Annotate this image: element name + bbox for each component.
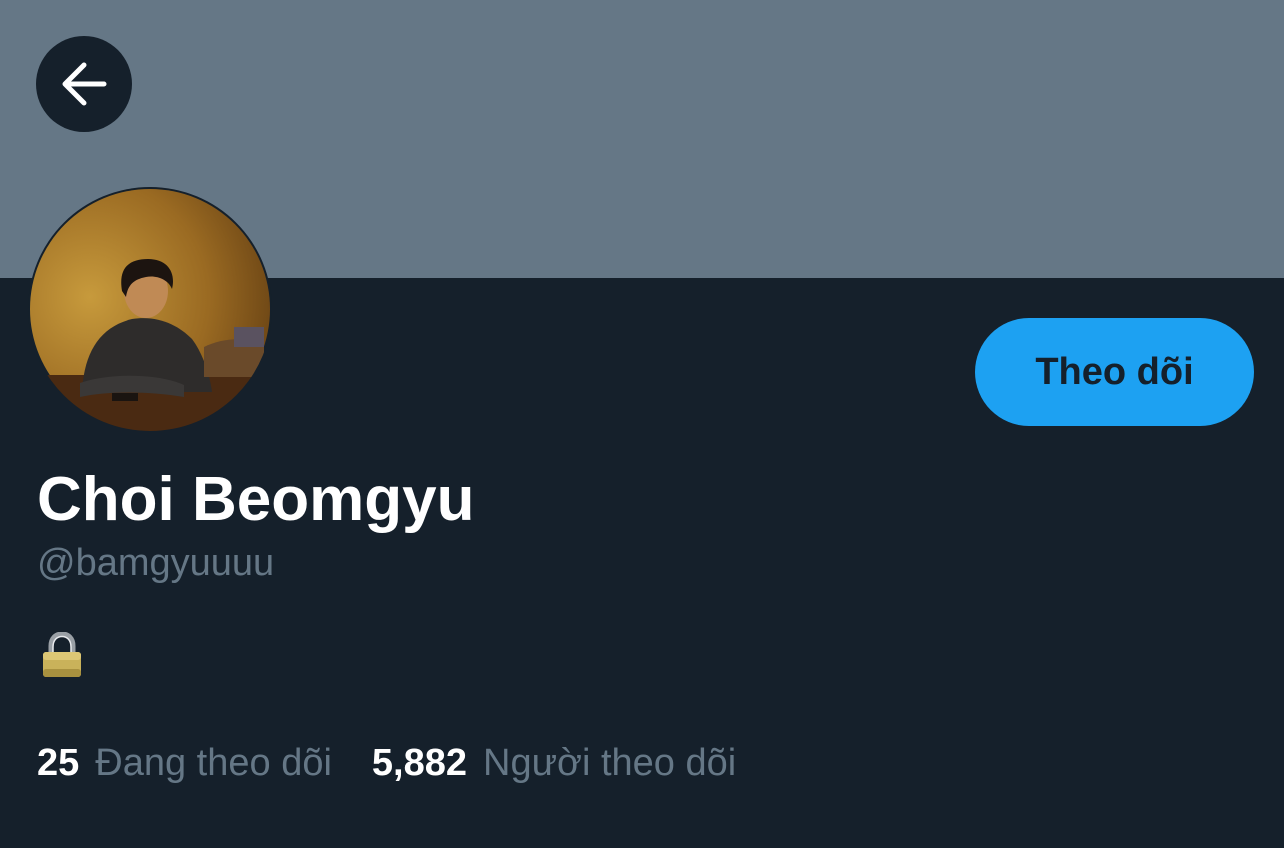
avatar-photo [28, 189, 272, 431]
bio [40, 631, 84, 678]
following-stat[interactable]: 25 Đang theo dõi [37, 738, 332, 788]
profile-stats: 25 Đang theo dõi 5,882 Người theo dõi [37, 738, 736, 788]
follow-button[interactable]: Theo dõi [975, 318, 1254, 426]
display-name: Choi Beomgyu [37, 465, 475, 534]
followers-label: Người theo dõi [483, 742, 737, 784]
followers-count: 5,882 [371, 742, 468, 784]
username-handle: @bamgyuuuu [37, 542, 275, 584]
arrow-left-icon [62, 62, 107, 106]
following-label: Đang theo dõi [95, 742, 332, 784]
back-button[interactable] [36, 36, 132, 132]
following-count: 25 [37, 742, 80, 784]
profile-page: Theo dõi Choi Beomgyu @bamgyuuuu 25 Đang… [0, 0, 1284, 848]
followers-stat[interactable]: 5,882 Người theo dõi [372, 738, 736, 788]
lock-icon [43, 631, 81, 677]
avatar[interactable] [28, 187, 272, 431]
